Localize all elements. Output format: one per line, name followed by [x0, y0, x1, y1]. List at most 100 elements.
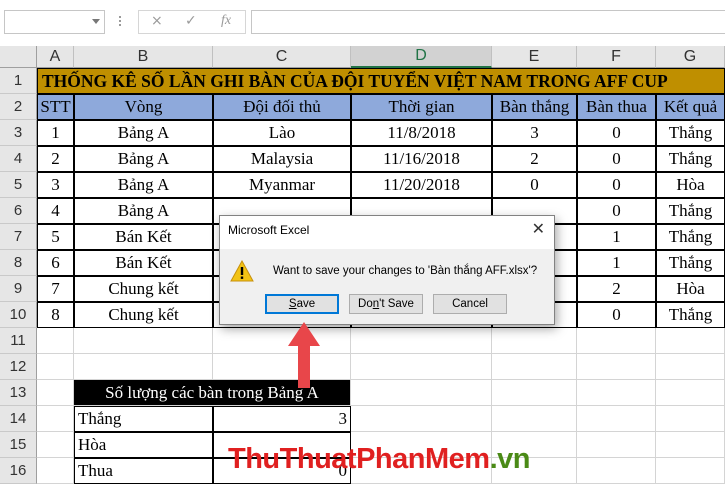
table-cell[interactable]: 0 [577, 198, 656, 224]
row-header-1[interactable]: 1 [0, 68, 37, 94]
summary-label[interactable]: Thắng [74, 406, 213, 432]
table-cell[interactable]: Thắng [656, 146, 725, 172]
enter-icon[interactable]: ✓ [185, 13, 197, 29]
grid-cell[interactable] [492, 354, 577, 380]
grid-cell[interactable] [577, 380, 656, 406]
column-header-d[interactable]: D [351, 46, 492, 68]
formula-input[interactable] [251, 10, 725, 34]
table-header[interactable]: Vòng [74, 94, 213, 120]
table-cell[interactable]: Chung kết [74, 276, 213, 302]
row-header-14[interactable]: 14 [0, 406, 37, 432]
drag-handle-icon[interactable] [118, 14, 122, 30]
table-header[interactable]: Thời gian [351, 94, 492, 120]
close-icon[interactable]: ✕ [532, 219, 545, 238]
grid-cell[interactable] [213, 328, 351, 354]
table-cell[interactable]: Bảng A [74, 198, 213, 224]
summary-value[interactable]: 3 [213, 406, 351, 432]
grid-cell[interactable] [351, 328, 492, 354]
grid-cell[interactable] [492, 328, 577, 354]
table-cell[interactable]: Bảng A [74, 172, 213, 198]
table-cell[interactable]: Lào [213, 120, 351, 146]
grid-cell[interactable] [656, 458, 725, 484]
table-cell[interactable]: 5 [37, 224, 74, 250]
column-header-e[interactable]: E [492, 46, 577, 68]
table-cell[interactable]: Malaysia [213, 146, 351, 172]
function-icon[interactable]: fx [221, 13, 231, 29]
row-header-4[interactable]: 4 [0, 146, 37, 172]
table-cell[interactable]: 0 [577, 146, 656, 172]
grid-cell[interactable] [37, 406, 74, 432]
table-cell[interactable]: 8 [37, 302, 74, 328]
row-header-9[interactable]: 9 [0, 276, 37, 302]
grid-cell[interactable] [656, 380, 725, 406]
row-header-15[interactable]: 15 [0, 432, 37, 458]
grid-cell[interactable] [351, 354, 492, 380]
table-cell[interactable]: 0 [492, 172, 577, 198]
cancel-button[interactable]: Cancel [433, 294, 507, 314]
grid-cell[interactable] [37, 354, 74, 380]
table-header[interactable]: STT [37, 94, 74, 120]
table-cell[interactable]: Thắng [656, 250, 725, 276]
grid-cell[interactable] [492, 406, 577, 432]
table-cell[interactable]: 4 [37, 198, 74, 224]
grid-cell[interactable] [74, 328, 213, 354]
table-cell[interactable]: 0 [577, 302, 656, 328]
table-cell[interactable]: Thắng [656, 224, 725, 250]
grid-cell[interactable] [577, 328, 656, 354]
row-header-11[interactable]: 11 [0, 328, 37, 354]
grid-cell[interactable] [37, 328, 74, 354]
table-cell[interactable]: 1 [577, 250, 656, 276]
table-cell[interactable]: 2 [492, 146, 577, 172]
table-cell[interactable]: 11/16/2018 [351, 146, 492, 172]
column-header-b[interactable]: B [74, 46, 213, 68]
table-cell[interactable]: Hòa [656, 172, 725, 198]
table-header[interactable]: Bàn thắng [492, 94, 577, 120]
row-header-8[interactable]: 8 [0, 250, 37, 276]
table-cell[interactable]: 0 [577, 120, 656, 146]
table-header[interactable]: Bàn thua [577, 94, 656, 120]
table-cell[interactable]: 11/8/2018 [351, 120, 492, 146]
row-header-5[interactable]: 5 [0, 172, 37, 198]
table-cell[interactable]: 3 [492, 120, 577, 146]
column-header-c[interactable]: C [213, 46, 351, 68]
table-cell[interactable]: Chung kết [74, 302, 213, 328]
grid-cell[interactable] [351, 380, 492, 406]
table-cell[interactable]: 1 [37, 120, 74, 146]
table-cell[interactable]: 6 [37, 250, 74, 276]
row-header-3[interactable]: 3 [0, 120, 37, 146]
table-cell[interactable]: Bán Kết [74, 224, 213, 250]
table-header[interactable]: Đội đối thủ [213, 94, 351, 120]
grid-cell[interactable] [656, 328, 725, 354]
row-header-12[interactable]: 12 [0, 354, 37, 380]
grid-cell[interactable] [492, 380, 577, 406]
table-cell[interactable]: Bảng A [74, 120, 213, 146]
table-cell[interactable]: 2 [37, 146, 74, 172]
grid-cell[interactable] [577, 354, 656, 380]
name-box[interactable] [4, 10, 105, 34]
row-header-7[interactable]: 7 [0, 224, 37, 250]
grid-cell[interactable] [37, 380, 74, 406]
table-cell[interactable]: 2 [577, 276, 656, 302]
grid-cell[interactable] [351, 406, 492, 432]
dont-save-button[interactable]: Do n't Save [349, 294, 423, 314]
table-cell[interactable]: 11/20/2018 [351, 172, 492, 198]
summary-label[interactable]: Thua [74, 458, 213, 484]
sheet-title[interactable]: THỐNG KÊ SỐ LẦN GHI BÀN CỦA ĐỘI TUYỂN VI… [37, 68, 725, 94]
table-cell[interactable]: 0 [577, 172, 656, 198]
grid-cell[interactable] [74, 354, 213, 380]
column-header-g[interactable]: G [656, 46, 725, 68]
grid-cell[interactable] [656, 432, 725, 458]
table-cell[interactable]: 7 [37, 276, 74, 302]
grid-cell[interactable] [577, 406, 656, 432]
grid-cell[interactable] [656, 354, 725, 380]
column-header-f[interactable]: F [577, 46, 656, 68]
table-cell[interactable]: Thắng [656, 198, 725, 224]
grid-cell[interactable] [577, 458, 656, 484]
row-header-16[interactable]: 16 [0, 458, 37, 484]
row-header-6[interactable]: 6 [0, 198, 37, 224]
table-cell[interactable]: Thắng [656, 302, 725, 328]
table-cell[interactable]: Myanmar [213, 172, 351, 198]
row-header-13[interactable]: 13 [0, 380, 37, 406]
row-header-2[interactable]: 2 [0, 94, 37, 120]
grid-cell[interactable] [577, 432, 656, 458]
